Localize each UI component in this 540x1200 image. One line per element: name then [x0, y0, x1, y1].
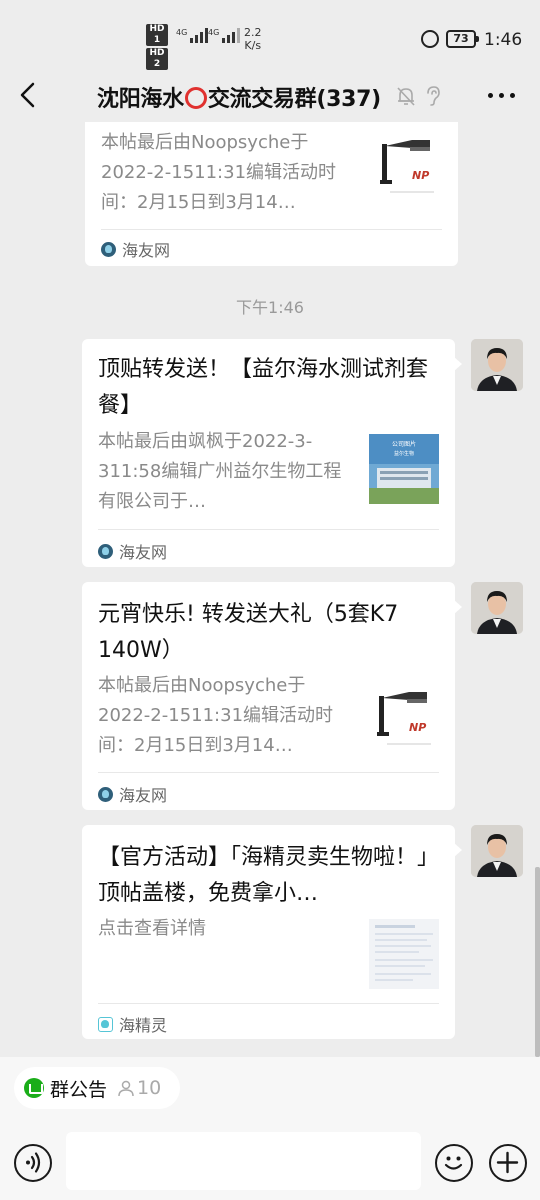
more-functions-button[interactable]: [489, 1144, 527, 1182]
red-circle-icon: [184, 87, 207, 109]
notice-icon: [24, 1078, 44, 1098]
network-speed-unit: K/s: [244, 39, 262, 52]
card-description: 本帖最后由飒枫于2022-3-311:58编辑广州益尔生物工程有限公司于…: [98, 431, 342, 512]
chat-header: 沈阳海水 交流交易群(337): [0, 70, 540, 122]
person-icon: [118, 1080, 134, 1097]
hd-indicator: HD 1 HD 2: [146, 24, 168, 72]
notice-read-count: 10: [117, 1077, 161, 1099]
signal-1-label: 4G: [176, 28, 188, 37]
avatar[interactable]: [471, 582, 523, 634]
message-timestamp: 下午1:46: [236, 298, 304, 317]
scrollbar[interactable]: [535, 867, 540, 1057]
signal-2-label: 4G: [208, 28, 220, 37]
link-card-message[interactable]: 本帖最后由Noopsyche于2022-2-1511:31编辑活动时间：2月15…: [85, 122, 458, 266]
network-speed: 2.2 K/s: [244, 26, 262, 52]
document-thumbnail: [369, 919, 439, 989]
input-bar: [0, 1127, 540, 1200]
group-notice-label: 群公告: [50, 1078, 108, 1101]
chat-title: 沈阳海水 交流交易群(337): [97, 81, 381, 113]
voice-icon: [26, 1152, 41, 1173]
avatar[interactable]: [471, 339, 523, 391]
back-icon: [20, 82, 35, 108]
haiyou-icon: [98, 786, 113, 802]
notice-count-value: 10: [137, 1077, 162, 1099]
card-description: 本帖最后由Noopsyche于2022-2-1511:31编辑活动时间：2月15…: [101, 132, 337, 213]
more-button[interactable]: [486, 82, 518, 108]
card-description: 点击查看详情: [98, 918, 206, 939]
card-title: 【官方活动】「海精灵卖生物啦！」顶帖盖楼，免费拿小…: [98, 845, 429, 906]
status-time: 1:46: [484, 30, 523, 50]
haijingling-icon: [98, 1016, 113, 1032]
link-card-message[interactable]: 【官方活动】「海精灵卖生物啦！」顶帖盖楼，免费拿小… 点击查看详情 海精灵: [82, 825, 462, 1039]
card-source: 海友网: [98, 539, 167, 563]
avatar-image: [471, 582, 523, 634]
avatar[interactable]: [471, 825, 523, 877]
ear-icon: [427, 86, 440, 106]
voice-button[interactable]: [14, 1144, 52, 1182]
status-bar: HD 1 HD 2 4G 4G 2.2 K/s 73 1:46: [0, 0, 540, 70]
card-source: 海友网: [98, 782, 167, 806]
bell-muted-icon: [397, 87, 415, 106]
card-source-label: 海友网: [122, 241, 171, 260]
chat-title-part-1: 沈阳海水: [97, 87, 184, 112]
battery-icon: 73: [446, 30, 479, 48]
card-source-label: 海友网: [119, 543, 168, 562]
avatar-image: [471, 825, 523, 877]
haiyou-icon: [98, 543, 113, 559]
card-title: 顶贴转发送！【益尔海水测试剂套餐】: [98, 357, 429, 418]
network-speed-value: 2.2: [244, 26, 262, 39]
lamp-thumbnail: NP: [372, 132, 442, 202]
hd-2-badge: HD 2: [146, 48, 168, 70]
emoji-button[interactable]: [435, 1144, 473, 1182]
card-source: 海精灵: [98, 1012, 167, 1036]
signal-1-icon: 4G: [176, 28, 209, 43]
plus-icon: [496, 1151, 519, 1174]
message-list[interactable]: 本帖最后由Noopsyche于2022-2-1511:31编辑活动时间：2月15…: [0, 122, 540, 1057]
card-source-label: 海精灵: [119, 1016, 168, 1035]
signal-2-icon: 4G: [208, 28, 241, 43]
svg-text:NP: NP: [409, 721, 426, 734]
link-card-message[interactable]: 元宵快乐! 转发送大礼（5套K7 140W） 本帖最后由Noopsyche于20…: [82, 582, 462, 810]
lamp-thumbnail: NP: [369, 684, 439, 754]
card-source: 海友网: [101, 237, 170, 261]
hd-1-badge: HD 1: [146, 24, 168, 46]
svg-text:公司图片: 公司图片: [392, 440, 416, 448]
card-title: 元宵快乐! 转发送大礼（5套K7 140W）: [98, 602, 399, 663]
back-button[interactable]: [14, 80, 44, 110]
haiyou-icon: [101, 241, 116, 257]
emoji-icon: [444, 1156, 463, 1170]
link-card-message[interactable]: 顶贴转发送！【益尔海水测试剂套餐】 本帖最后由飒枫于2022-3-311:58编…: [82, 339, 462, 567]
avatar-image: [471, 339, 523, 391]
group-notice-button[interactable]: 群公告 10: [14, 1067, 180, 1109]
svg-text:益尔生物: 益尔生物: [394, 450, 414, 457]
building-thumbnail: 公司图片 益尔生物: [369, 434, 439, 504]
card-description: 本帖最后由Noopsyche于2022-2-1511:31编辑活动时间：2月15…: [98, 675, 334, 756]
svg-text:NP: NP: [412, 169, 429, 182]
bottom-panel: 群公告 10: [0, 1057, 540, 1200]
message-input[interactable]: [66, 1132, 421, 1190]
chat-title-part-2: 交流交易群(337): [207, 87, 381, 112]
alarm-icon: [421, 30, 439, 48]
card-source-label: 海友网: [119, 786, 168, 805]
